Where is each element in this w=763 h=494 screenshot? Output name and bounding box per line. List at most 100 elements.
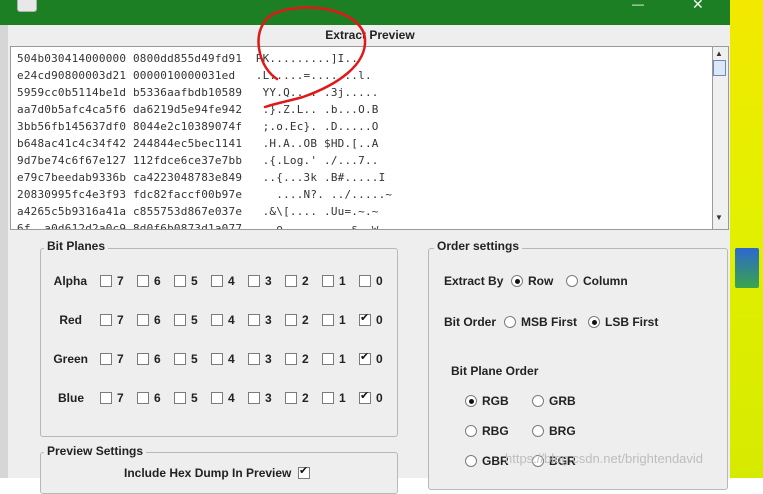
bit-checkbox-red-5[interactable] — [174, 314, 186, 326]
minimize-button[interactable]: — — [632, 0, 644, 10]
bit-order-lsb-label: LSB First — [605, 315, 659, 329]
bit-number-label: 7 — [117, 313, 124, 327]
desktop-icon — [735, 248, 759, 288]
bpo-rbg-label: RBG — [482, 424, 509, 438]
bit-checkbox-green-1[interactable] — [322, 353, 334, 365]
close-button[interactable]: ✕ — [692, 0, 706, 11]
bit-checkbox-blue-0[interactable] — [359, 389, 371, 404]
bpo-rgb-radio[interactable] — [465, 395, 477, 407]
row-label-green: Green — [53, 352, 88, 366]
bit-number-label: 6 — [154, 313, 161, 327]
bit-number-label: 6 — [154, 352, 161, 366]
bpo-grb-radio[interactable] — [532, 395, 544, 407]
bit-checkbox-alpha-2[interactable] — [285, 275, 297, 287]
bit-checkbox-blue-1[interactable] — [322, 392, 334, 404]
bit-checkbox-red-1[interactable] — [322, 314, 334, 326]
bit-checkbox-green-5[interactable] — [174, 353, 186, 365]
bit-checkbox-green-2[interactable] — [285, 353, 297, 365]
bit-checkbox-alpha-4[interactable] — [211, 275, 223, 287]
extract-by-row-radio[interactable] — [511, 275, 523, 287]
bit-number-label: 2 — [302, 313, 309, 327]
bit-checkbox-alpha-0[interactable] — [359, 275, 371, 287]
bit-checkbox-green-4[interactable] — [211, 353, 223, 365]
bit-number-label: 0 — [376, 391, 383, 405]
bit-number-label: 7 — [117, 391, 124, 405]
scroll-thumb[interactable] — [713, 60, 726, 76]
bit-number-label: 0 — [376, 352, 383, 366]
bpo-brg-label: BRG — [549, 424, 576, 438]
row-label-alpha: Alpha — [53, 274, 87, 288]
scroll-up-icon[interactable]: ▲ — [715, 49, 725, 58]
preview-line: 6f..a0d612d2a0c9 8d0f6b0873d1a077 ..o...… — [17, 222, 379, 230]
bit-number-label: 5 — [191, 313, 198, 327]
bit-plane-order-label: Bit Plane Order — [451, 364, 539, 378]
scroll-down-icon[interactable]: ▼ — [715, 213, 725, 222]
bpo-gbr-radio[interactable] — [465, 455, 477, 467]
bit-order-msb-radio[interactable] — [504, 316, 516, 328]
extract-by-row-label: Row — [528, 274, 554, 288]
bit-number-label: 4 — [228, 274, 235, 288]
bit-checkbox-blue-2[interactable] — [285, 392, 297, 404]
bit-number-label: 3 — [265, 274, 272, 288]
bit-number-label: 1 — [339, 352, 346, 366]
bit-checkbox-alpha-1[interactable] — [322, 275, 334, 287]
order-settings-title: Order settings — [434, 239, 523, 253]
preview-line: a4265c5b9316a41a c855753d867e037e .&\[..… — [17, 205, 379, 218]
bit-checkbox-green-3[interactable] — [248, 353, 260, 365]
bit-number-label: 6 — [154, 274, 161, 288]
extract-by-column-label: Column — [583, 274, 628, 288]
preview-line: e79c7beedab9336b ca4223048783e849 ..{...… — [17, 171, 386, 184]
bit-number-label: 2 — [302, 352, 309, 366]
bit-checkbox-blue-5[interactable] — [174, 392, 186, 404]
bpo-brg-radio[interactable] — [532, 425, 544, 437]
bit-number-label: 0 — [376, 274, 383, 288]
bit-checkbox-green-7[interactable] — [100, 353, 112, 365]
extract-by-column-radio[interactable] — [566, 275, 578, 287]
bit-checkbox-red-6[interactable] — [137, 314, 149, 326]
app-icon — [17, 0, 37, 12]
bit-checkbox-red-2[interactable] — [285, 314, 297, 326]
bit-number-label: 1 — [339, 391, 346, 405]
bit-number-label: 4 — [228, 391, 235, 405]
bpo-rbg-radio[interactable] — [465, 425, 477, 437]
row-label-red: Red — [59, 313, 82, 327]
preview-line: 3bb56fb145637df0 8044e2c10389074f ;.o.Ec… — [17, 120, 379, 133]
preview-line: 20830995fc4e3f93 fdc82faccf00b97e ....N?… — [17, 188, 393, 201]
bit-planes-title: Bit Planes — [44, 239, 109, 253]
include-hex-dump-checkbox[interactable] — [298, 464, 310, 479]
bit-number-label: 1 — [339, 313, 346, 327]
preview-settings-title: Preview Settings — [44, 444, 147, 458]
bit-checkbox-alpha-7[interactable] — [100, 275, 112, 287]
preview-line: b648ac41c4c34f42 244844ec5bec1141 .H.A..… — [17, 137, 379, 150]
bit-checkbox-green-0[interactable] — [359, 350, 371, 365]
bit-checkbox-alpha-5[interactable] — [174, 275, 186, 287]
bit-number-label: 5 — [191, 274, 198, 288]
bit-checkbox-green-6[interactable] — [137, 353, 149, 365]
bit-checkbox-red-0[interactable] — [359, 311, 371, 326]
bit-number-label: 2 — [302, 391, 309, 405]
bit-checkbox-red-4[interactable] — [211, 314, 223, 326]
watermark-text: https://blog.csdn.net/brightendavid — [505, 451, 704, 466]
bit-checkbox-alpha-3[interactable] — [248, 275, 260, 287]
bpo-rgb-label: RGB — [482, 394, 509, 408]
window-left-edge — [0, 25, 8, 478]
bit-checkbox-blue-3[interactable] — [248, 392, 260, 404]
bit-order-lsb-radio[interactable] — [588, 316, 600, 328]
bit-checkbox-blue-4[interactable] — [211, 392, 223, 404]
bit-number-label: 6 — [154, 391, 161, 405]
row-label-blue: Blue — [57, 391, 84, 405]
bit-number-label: 7 — [117, 274, 124, 288]
bit-checkbox-blue-6[interactable] — [137, 392, 149, 404]
bit-checkbox-alpha-6[interactable] — [137, 275, 149, 287]
bpo-grb-label: GRB — [549, 394, 576, 408]
bit-order-label: Bit Order — [444, 315, 497, 329]
desktop-background — [730, 0, 763, 478]
bit-number-label: 0 — [376, 313, 383, 327]
bit-number-label: 2 — [302, 274, 309, 288]
bit-checkbox-red-3[interactable] — [248, 314, 260, 326]
bit-checkbox-blue-7[interactable] — [100, 392, 112, 404]
bit-checkbox-red-7[interactable] — [100, 314, 112, 326]
bit-number-label: 5 — [191, 391, 198, 405]
preview-line: 9d7be74c6f67e127 112fdce6ce37e7bb .{.Log… — [17, 154, 379, 167]
bit-number-label: 3 — [265, 313, 272, 327]
